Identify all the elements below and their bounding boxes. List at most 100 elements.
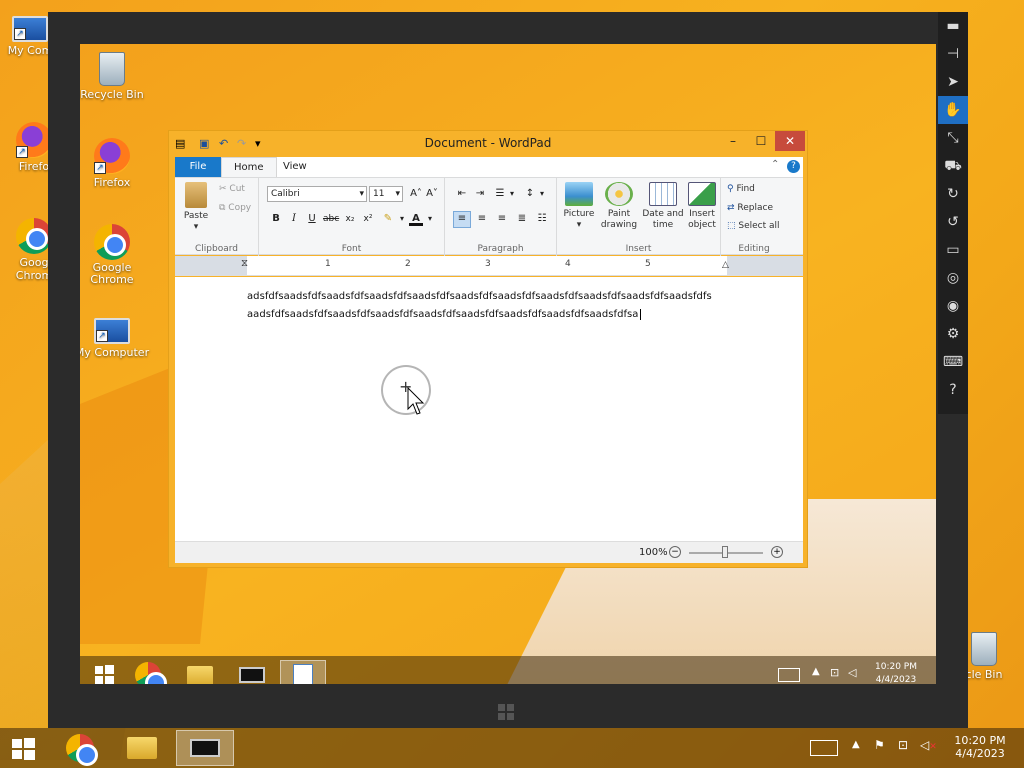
monitor-icon[interactable]: ▭ [938,236,968,264]
status-bar: 100% − + [175,541,803,563]
paint-drawing-button[interactable]: Paint drawing [599,182,639,231]
minimize-button[interactable]: – [719,131,747,151]
italic-icon[interactable]: I [287,212,301,226]
bold-icon[interactable]: B [269,212,283,226]
dropdown-arrow-icon[interactable]: ▾ [395,212,409,226]
ruler[interactable]: ⧖ △ 1 2 3 4 5 [175,256,803,276]
icon-label: Recycle Bin [80,88,144,101]
select-all-button[interactable]: ⬚ Select all [727,221,780,231]
document-line: aadsfdfsaadsfdfsaadsfdfsaadsfdfsaadsfdfs… [247,309,639,320]
grow-font-icon[interactable]: A˄ [409,187,423,201]
find-button[interactable]: ⚲ Find [727,184,755,194]
refresh-icon[interactable]: ↻ [938,180,968,208]
desktop-icon-firefox[interactable]: ↗ Firefox [80,138,152,189]
dropdown-arrow-icon[interactable]: ▾ [505,187,519,201]
align-center-icon[interactable]: ≡ [475,212,489,226]
copy-button[interactable]: ⧉ Copy [219,203,251,213]
font-size-select[interactable]: 11 ▾ [369,186,403,202]
folder-icon [187,666,213,684]
font-family-value: Calibri [271,189,300,199]
indent-marker-icon[interactable]: ⧖ [241,258,248,269]
cut-button[interactable]: ✂ Cut [219,184,245,194]
increase-indent-icon[interactable]: ⇥ [473,187,487,201]
tab-file[interactable]: File [175,157,221,177]
keyboard-icon[interactable]: ⌨ [938,348,968,376]
dropdown-arrow-icon[interactable]: ▾ [423,212,437,226]
font-color-icon[interactable]: A [409,212,423,226]
start-button[interactable] [6,733,42,763]
zoom-in-icon[interactable]: + [771,546,783,558]
help-icon[interactable]: ? [938,376,968,404]
decrease-indent-icon[interactable]: ⇤ [455,187,469,201]
zoom-slider-thumb[interactable] [722,546,728,558]
vm-side-toolbar: ▬ ⊣ ➤ ✋ ⤡ ⛟ ↻ ↺ ▭ ◎ ◉ ⚙ ⌨ ? [938,12,968,414]
network-icon[interactable]: ⊡ [830,666,839,679]
tray-chevron-icon[interactable]: ▲ [812,666,820,677]
document-area[interactable]: adsfdfsaadsfdfsaadsfdfsaadsfdfsaadsfdfsa… [175,277,803,541]
car-icon[interactable]: ⛟ [938,152,968,180]
vm-windows-button[interactable] [496,702,516,722]
camera-icon[interactable]: ◉ [938,292,968,320]
desktop-icon-my-computer[interactable]: ↗ My Computer [80,314,152,359]
maximize-button[interactable]: ☐ [747,131,775,151]
copy-icon: ⧉ [219,203,229,213]
desktop-icon-chrome[interactable]: Google Chrome [80,224,152,286]
justify-icon[interactable]: ≣ [515,212,529,226]
taskbar-chrome[interactable] [130,660,167,684]
tab-home[interactable]: Home [221,157,277,177]
help-icon[interactable]: ? [787,160,800,173]
right-indent-marker-icon[interactable]: △ [722,260,729,270]
pointer-icon[interactable]: ➤ [938,68,968,96]
taskbar-chrome[interactable] [62,732,98,766]
keyboard-icon[interactable] [810,740,838,756]
date-time-button[interactable]: Date and time [641,182,685,231]
superscript-icon[interactable]: x² [361,212,375,226]
replace-icon: ⇄ [727,203,738,213]
strikethrough-icon[interactable]: abc [323,212,339,226]
network-icon[interactable]: ⊡ [898,738,908,752]
dropdown-arrow-icon[interactable]: ▾ [535,187,549,201]
collapse-ribbon-icon[interactable]: ⌃ [771,159,779,170]
subscript-icon[interactable]: x₂ [343,212,357,226]
minimize-icon[interactable]: ▬ [938,12,968,40]
scissors-icon: ✂ [219,184,230,194]
insert-label: Insert [689,209,715,219]
rotate-icon[interactable]: ↺ [938,208,968,236]
taskbar-wordpad[interactable] [280,660,326,684]
font-family-select[interactable]: Calibri ▾ [267,186,367,202]
taskbar-explorer[interactable] [122,732,162,764]
tray-chevron-icon[interactable]: ▲ [852,739,860,750]
host-clock[interactable]: 10:20 PM 4/4/2023 [950,734,1010,760]
highlight-icon[interactable]: ✎ [381,212,395,226]
replace-button[interactable]: ⇄ Replace [727,203,773,213]
hand-icon[interactable]: ✋ [938,96,968,124]
shrink-font-icon[interactable]: A˅ [425,187,439,201]
desktop-icon-recycle-bin[interactable]: Recycle Bin [80,52,152,101]
underline-icon[interactable]: U [305,212,319,226]
gear-icon[interactable]: ⚙ [938,320,968,348]
start-button[interactable] [86,660,122,684]
picture-button[interactable]: Picture ▾ [561,182,597,231]
font-size-value: 11 [373,189,385,199]
zoom-out-icon[interactable]: − [669,546,681,558]
align-left-icon[interactable]: ≡ [453,211,471,228]
vm-taskbar: ▲ ⊡ ◁ 10:20 PM 4/4/2023 [80,656,936,684]
align-right-icon[interactable]: ≡ [495,212,509,226]
pin-icon[interactable]: ⊣ [938,40,968,68]
paste-button[interactable]: Paste ▾ [179,182,213,233]
taskbar-remote[interactable] [234,660,270,684]
flag-icon[interactable]: ⚑ [874,738,885,752]
scale-icon[interactable]: ⤡ [938,124,968,152]
volume-icon[interactable]: ◁ [848,666,856,679]
taskbar-explorer[interactable] [182,660,218,684]
taskbar-remote-active[interactable] [176,730,234,766]
paragraph-icon[interactable]: ☷ [535,212,549,226]
close-button[interactable]: ✕ [775,131,805,151]
globe-icon[interactable]: ◎ [938,264,968,292]
volume-muted-icon[interactable]: ◁✕ [920,738,937,752]
title-bar[interactable]: ▤ ▣ ↶ ↷ ▾ Document - WordPad – ☐ ✕ [169,131,807,157]
vm-clock[interactable]: 10:20 PM 4/4/2023 [872,661,920,684]
insert-object-button[interactable]: Insert object [685,182,719,231]
keyboard-icon[interactable] [778,668,800,682]
tab-view[interactable]: View [271,157,319,177]
